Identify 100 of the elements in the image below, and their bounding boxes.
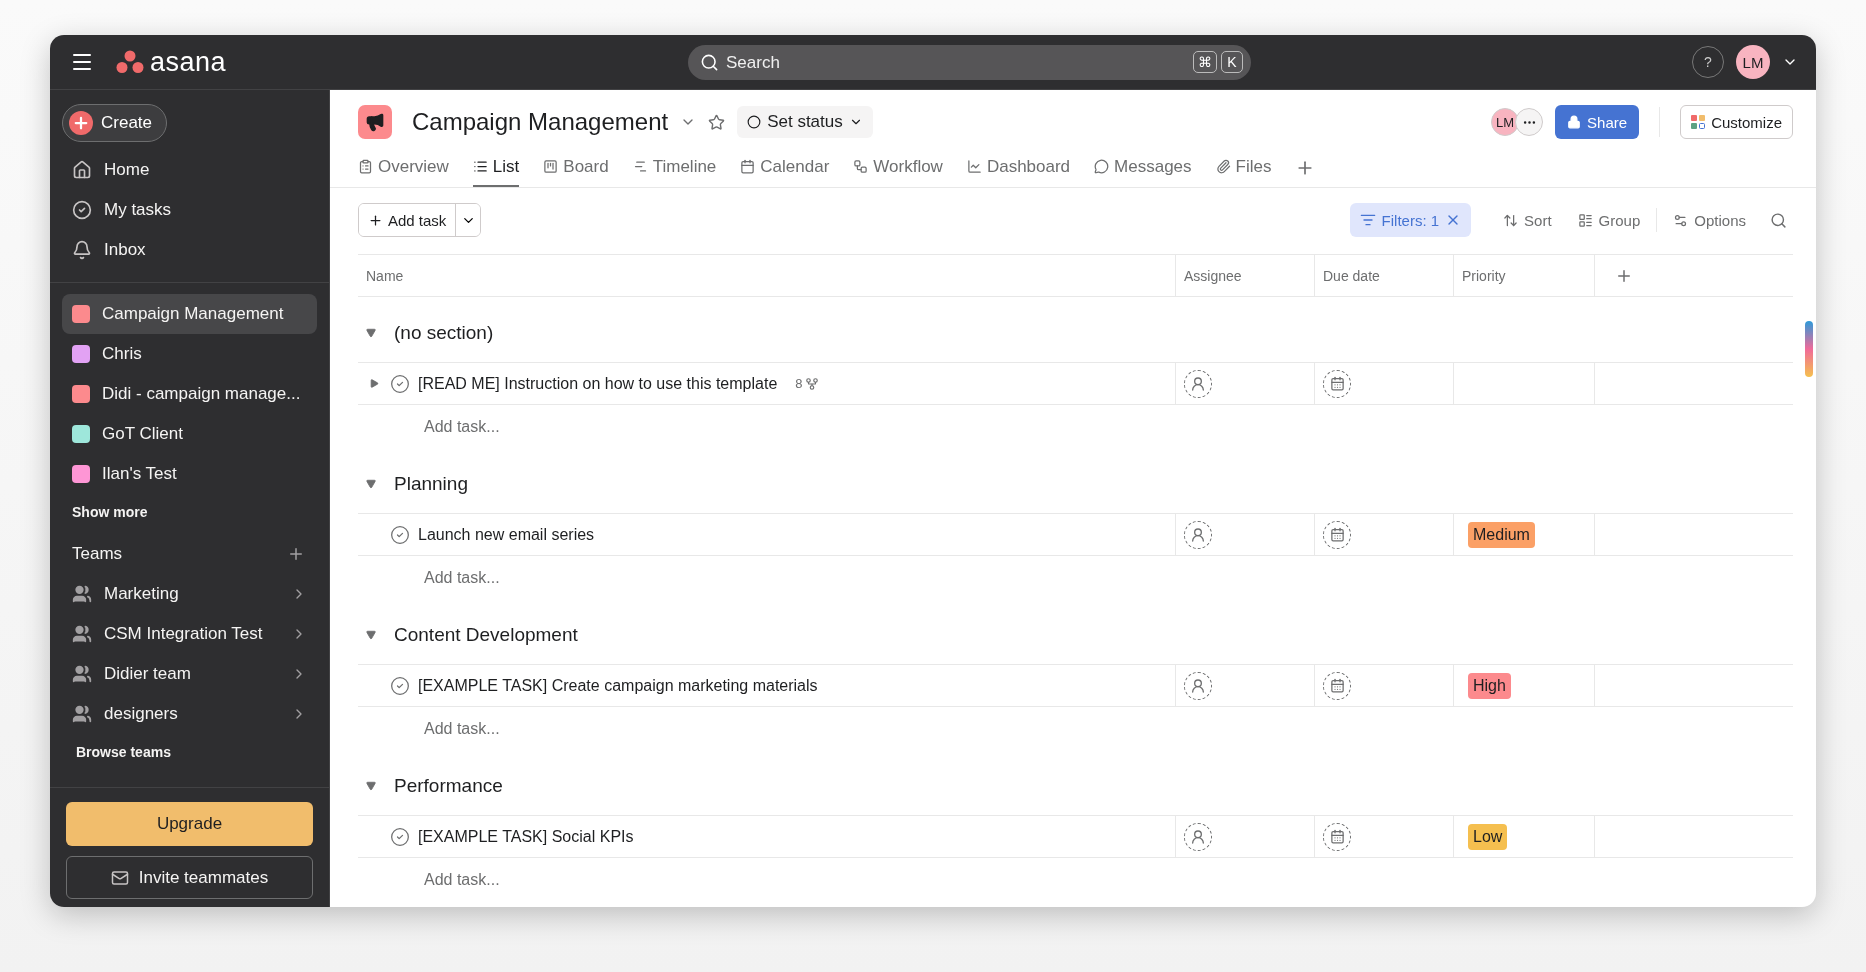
column-header[interactable]: Assignee [1176, 255, 1315, 296]
team-icon [72, 584, 92, 604]
task-name[interactable]: [READ ME] Instruction on how to use this template [418, 374, 778, 393]
sort-icon [1503, 212, 1519, 228]
team-item[interactable]: CSM Integration Test [62, 614, 317, 654]
view-tab[interactable]: Calendar [740, 148, 830, 187]
clipboard-icon [358, 159, 373, 174]
add-task-link[interactable]: Add task... [424, 719, 500, 738]
complete-checkbox[interactable] [390, 826, 410, 847]
section-title: Performance [394, 774, 503, 797]
add-task-link[interactable]: Add task... [424, 568, 500, 587]
star-icon[interactable] [708, 113, 726, 131]
invite-button[interactable]: Invite teammates [66, 856, 313, 899]
add-task-link[interactable]: Add task... [424, 870, 500, 889]
calendar-icon [1329, 678, 1345, 693]
team-item[interactable]: Didier team [62, 654, 317, 694]
view-tab[interactable]: Board [543, 148, 609, 187]
board-icon [543, 159, 559, 174]
calendar-icon [740, 159, 756, 174]
paperclip-icon [1215, 159, 1231, 174]
caret-down-icon[interactable] [366, 327, 376, 338]
circle-icon [747, 115, 762, 129]
share-button[interactable]: Share [1555, 105, 1640, 139]
column-header[interactable]: Name [358, 255, 1176, 296]
view-tab[interactable]: Workflow [853, 148, 943, 187]
complete-checkbox[interactable] [390, 524, 410, 545]
team-item[interactable]: designers [62, 694, 317, 734]
logo-text: asana [150, 46, 227, 78]
group-icon [1577, 212, 1593, 228]
task-name[interactable]: [EXAMPLE TASK] Create campaign marketing materials [418, 676, 818, 695]
view-tab[interactable]: Timeline [632, 148, 717, 187]
project-item[interactable]: Ilan's Test [62, 454, 317, 494]
set-status-button[interactable]: Set status [737, 106, 873, 138]
sort-button[interactable]: Sort [1493, 203, 1562, 237]
inbox-icon [72, 240, 92, 260]
section-title: Planning [394, 472, 468, 495]
priority-tag[interactable]: Medium [1468, 521, 1535, 548]
timeline-icon [632, 159, 648, 174]
sidebar-item[interactable]: Inbox [62, 230, 317, 270]
home-icon [72, 160, 92, 180]
group-button[interactable]: Group [1567, 203, 1651, 237]
column-header[interactable]: Due date [1315, 255, 1454, 296]
caret-down-icon[interactable] [366, 629, 376, 640]
user-avatar[interactable]: LM [1736, 45, 1770, 79]
view-tab[interactable]: Messages [1094, 148, 1192, 187]
shortcut-key: K [1221, 51, 1243, 73]
view-tab[interactable]: List [472, 148, 520, 187]
more-members-icon[interactable] [1515, 108, 1544, 136]
workflow-icon [853, 159, 869, 174]
section-title: Content Development [394, 623, 578, 646]
user-icon [1190, 526, 1206, 543]
view-tab[interactable]: Overview [358, 148, 449, 187]
mail-icon [110, 868, 129, 887]
subtask-icon [804, 376, 819, 391]
complete-checkbox[interactable] [390, 373, 410, 394]
create-button[interactable]: Create [62, 104, 168, 142]
add-task-button[interactable]: Add task [359, 204, 457, 236]
calendar-icon [1329, 376, 1345, 391]
project-item[interactable]: Campaign Management [62, 294, 317, 334]
filter-icon [1359, 212, 1376, 228]
project-icon [358, 105, 392, 139]
customize-icon [1691, 115, 1706, 129]
team-item[interactable]: Marketing [62, 574, 317, 614]
options-button[interactable]: Options [1663, 203, 1756, 237]
sidebar-item[interactable]: My tasks [62, 190, 317, 230]
section-title: (no section) [394, 321, 494, 344]
search-icon[interactable] [1770, 211, 1787, 229]
sidebar-item[interactable]: Home [62, 150, 317, 190]
subtask-count: 8 [795, 376, 803, 391]
view-tab[interactable]: Files [1215, 148, 1272, 187]
task-name[interactable]: Launch new email series [418, 525, 595, 544]
caret-down-icon[interactable] [366, 478, 376, 489]
complete-checkbox[interactable] [390, 675, 410, 696]
priority-tag[interactable]: High [1468, 672, 1511, 699]
sliders-icon [1673, 212, 1689, 228]
user-icon [1190, 677, 1206, 694]
user-icon [1190, 375, 1206, 392]
tasks-icon [72, 200, 92, 220]
shortcut-key: ⌘ [1193, 51, 1217, 73]
caret-down-icon[interactable] [366, 780, 376, 791]
lock-icon [1567, 115, 1582, 129]
show-more-link[interactable]: Show more [62, 494, 317, 530]
project-item[interactable]: Didi - campaign manage... [62, 374, 317, 414]
priority-tag[interactable]: Low [1468, 823, 1508, 850]
project-item[interactable]: Chris [62, 334, 317, 374]
filter-button[interactable]: Filters: 1 [1349, 203, 1472, 237]
calendar-icon [1329, 527, 1345, 542]
calendar-icon [1329, 829, 1345, 844]
browse-teams-link[interactable]: Browse teams [62, 734, 317, 770]
column-header[interactable]: Priority [1454, 255, 1595, 296]
add-task-link[interactable]: Add task... [424, 417, 500, 436]
chart-icon [966, 159, 982, 174]
plus-icon [69, 111, 93, 135]
view-tab[interactable]: Dashboard [966, 148, 1071, 187]
add-icon[interactable] [287, 545, 305, 563]
task-name[interactable]: [EXAMPLE TASK] Social KPIs [418, 827, 634, 846]
customize-button[interactable]: Customize [1680, 105, 1793, 139]
upgrade-button[interactable]: Upgrade [66, 802, 313, 846]
project-item[interactable]: GoT Client [62, 414, 317, 454]
plus-icon [368, 212, 383, 228]
